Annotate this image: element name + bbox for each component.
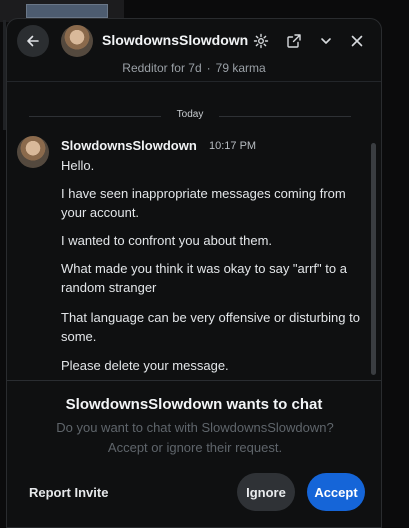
background-thumbnail bbox=[26, 4, 108, 18]
back-button[interactable] bbox=[17, 25, 49, 57]
message-line: I wanted to confront you about them. bbox=[61, 233, 273, 248]
user-meta: Redditor for 7d · 79 karma bbox=[7, 61, 381, 75]
message-line: I have seen inappropriate messages comin… bbox=[61, 186, 346, 220]
ignore-button[interactable]: Ignore bbox=[237, 473, 295, 511]
invite-subtitle: Do you want to chat with SlowdownsSlowdo… bbox=[56, 420, 334, 455]
karma-count: 79 karma bbox=[215, 61, 266, 75]
pop-out-icon bbox=[287, 34, 301, 48]
message-timestamp: 10:17 PM bbox=[209, 140, 257, 152]
avatar[interactable] bbox=[61, 25, 93, 57]
chat-title[interactable]: SlowdownsSlowdown bbox=[102, 32, 248, 48]
message-line: Please delete your message. bbox=[61, 358, 229, 373]
message-avatar[interactable] bbox=[17, 136, 49, 168]
message-line: That language can be very offensive or d… bbox=[61, 310, 360, 344]
back-arrow-icon bbox=[27, 35, 39, 47]
divider-line bbox=[29, 116, 161, 117]
gear-icon bbox=[253, 33, 269, 49]
pop-out-button[interactable] bbox=[284, 31, 304, 51]
message-author[interactable]: SlowdownsSlowdown bbox=[61, 138, 197, 153]
meta-separator: · bbox=[206, 61, 211, 75]
report-invite-button[interactable]: Report Invite bbox=[29, 485, 108, 500]
message-line: What made you think it was okay to say "… bbox=[61, 261, 347, 295]
close-button[interactable] bbox=[347, 31, 367, 51]
chat-header: SlowdownsSlowdown bbox=[7, 19, 381, 63]
settings-button[interactable] bbox=[251, 31, 271, 51]
invite-title: SlowdownsSlowdown wants to chat bbox=[65, 396, 323, 413]
date-label: Today bbox=[176, 109, 204, 120]
scrollbar[interactable] bbox=[371, 143, 376, 375]
header-divider bbox=[7, 81, 381, 82]
message-line: Hello. bbox=[61, 158, 95, 173]
collapse-button[interactable] bbox=[316, 31, 336, 51]
date-separator: Today bbox=[7, 109, 381, 123]
chat-panel: SlowdownsSlowdown Redditor for 7d · 79 kar… bbox=[6, 18, 382, 528]
chevron-down-icon bbox=[321, 38, 331, 44]
invite-divider bbox=[7, 380, 381, 381]
accept-button[interactable]: Accept bbox=[307, 473, 365, 511]
divider-line bbox=[219, 116, 351, 117]
account-age: Redditor for 7d bbox=[122, 61, 202, 75]
close-icon bbox=[351, 35, 363, 47]
